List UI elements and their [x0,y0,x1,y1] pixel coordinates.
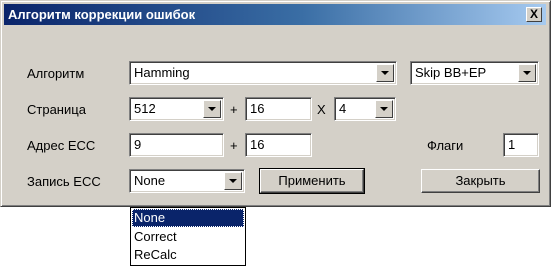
page-count-select[interactable]: 4 [334,97,396,121]
algorithm-label: Алгоритм [27,66,85,81]
page-size-value: 512 [134,101,156,116]
ecc-write-label: Запись ECC [27,174,101,189]
ecc-write-dropdown-list: None Correct ReCalc [130,207,246,266]
option-none[interactable]: None [132,209,244,227]
chevron-down-icon[interactable] [518,64,536,82]
close-icon[interactable]: X [526,7,542,22]
algorithm-value: Hamming [134,65,190,80]
ecc-dialog-window: Алгоритм коррекции ошибок X Алгоритм Ham… [0,0,551,207]
skip-mode-select[interactable]: Skip BB+EP [410,61,539,85]
plus-sign: + [230,102,238,117]
option-correct[interactable]: Correct [132,228,244,246]
option-recalc[interactable]: ReCalc [132,246,244,264]
times-sign: X [317,102,326,117]
page-offset-value: 16 [250,101,265,116]
page-size-select[interactable]: 512 [129,97,224,121]
plus-sign: + [230,138,238,153]
close-button[interactable]: Закрыть [421,169,540,193]
chevron-down-icon[interactable] [203,100,221,118]
skip-mode-value: Skip BB+EP [415,65,487,80]
ecc-address-input[interactable]: 9 [129,133,224,157]
ecc-write-value: None [134,173,166,188]
ecc-write-select[interactable]: None [129,169,245,193]
window-title: Алгоритм коррекции ошибок [8,7,196,22]
flags-value: 1 [508,137,516,152]
ecc-address-value: 9 [134,137,142,152]
ecc-offset-input[interactable]: 16 [245,133,312,157]
ecc-offset-value: 16 [250,137,265,152]
chevron-down-icon[interactable] [224,172,242,190]
flags-label: Флаги [427,138,464,153]
chevron-down-icon[interactable] [376,64,394,82]
algorithm-select[interactable]: Hamming [129,61,397,85]
page-count-value: 4 [339,101,347,116]
apply-button[interactable]: Применить [259,168,365,194]
chevron-down-icon[interactable] [375,100,393,118]
page-label: Страница [27,102,86,117]
page-offset-input[interactable]: 16 [245,97,312,121]
ecc-address-label: Адрес ECC [27,138,96,153]
title-bar[interactable]: Алгоритм коррекции ошибок X [4,4,546,25]
flags-input[interactable]: 1 [503,133,539,157]
